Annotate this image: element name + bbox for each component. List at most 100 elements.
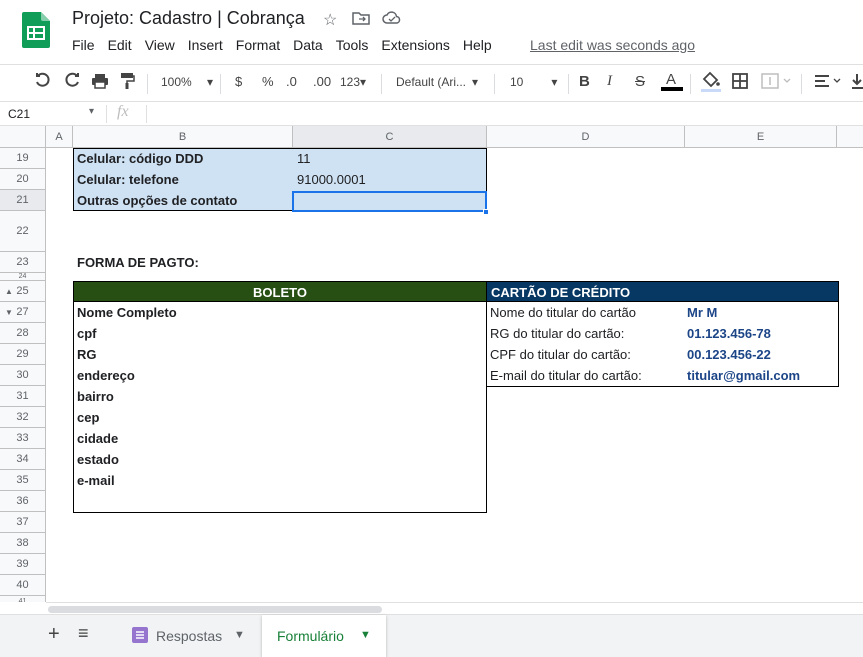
row-header-29[interactable]: 29 bbox=[0, 344, 46, 365]
boleto-field[interactable]: cep bbox=[73, 407, 293, 428]
boleto-header[interactable]: BOLETO bbox=[73, 281, 487, 302]
chevron-down-icon[interactable]: ▼ bbox=[360, 629, 371, 641]
row-header-36[interactable]: 36 bbox=[0, 491, 46, 512]
boleto-field[interactable]: cidade bbox=[73, 428, 293, 449]
row-header-23[interactable]: 23 bbox=[0, 252, 46, 273]
fill-handle[interactable] bbox=[483, 209, 489, 215]
font-size-select[interactable]: 10 ▾ bbox=[510, 75, 557, 89]
undo-icon[interactable] bbox=[34, 71, 52, 92]
menu-insert[interactable]: Insert bbox=[188, 37, 223, 53]
row-header-21[interactable]: 21 bbox=[0, 190, 46, 211]
row-header-28[interactable]: 28 bbox=[0, 323, 46, 344]
row-header-39[interactable]: 39 bbox=[0, 554, 46, 575]
boleto-field[interactable]: bairro bbox=[73, 386, 293, 407]
select-all-corner[interactable] bbox=[0, 126, 46, 148]
row-header-22[interactable]: 22 bbox=[0, 211, 46, 252]
cell-c20[interactable]: 91000.0001 bbox=[293, 169, 487, 190]
column-header-d[interactable]: D bbox=[487, 126, 685, 148]
text-color-button[interactable]: A bbox=[661, 71, 683, 91]
cartao-label[interactable]: RG do titular do cartão: bbox=[486, 323, 685, 344]
vertical-align-icon[interactable] bbox=[852, 73, 863, 92]
horizontal-align-icon[interactable] bbox=[814, 73, 844, 92]
cell-b21[interactable]: Outras opções de contato bbox=[73, 190, 293, 211]
column-header-e[interactable]: E bbox=[685, 126, 837, 148]
row-header-25[interactable]: ▲ 25 bbox=[0, 281, 46, 302]
expand-up-arrow-icon[interactable]: ▲ bbox=[5, 281, 13, 302]
increase-decimal-button[interactable]: .00 bbox=[313, 74, 331, 89]
document-title[interactable]: Projeto: Cadastro | Cobrança bbox=[72, 8, 305, 29]
chevron-down-icon[interactable]: ▾ bbox=[89, 106, 94, 117]
expand-down-arrow-icon[interactable]: ▼ bbox=[5, 302, 13, 323]
row-header-40[interactable]: 40 bbox=[0, 575, 46, 596]
cartao-label[interactable]: Nome do titular do cartão bbox=[486, 302, 685, 323]
cell-c21-active[interactable] bbox=[292, 191, 487, 212]
menu-view[interactable]: View bbox=[145, 37, 175, 53]
menu-extensions[interactable]: Extensions bbox=[381, 37, 449, 53]
column-header-f[interactable] bbox=[837, 126, 863, 148]
cell-b19[interactable]: Celular: código DDD bbox=[73, 148, 293, 169]
menu-file[interactable]: File bbox=[72, 37, 95, 53]
cartao-label[interactable]: CPF do titular do cartão: bbox=[486, 344, 685, 365]
boleto-field[interactable]: estado bbox=[73, 449, 293, 470]
star-icon[interactable]: ☆ bbox=[323, 10, 337, 30]
menu-edit[interactable]: Edit bbox=[108, 37, 132, 53]
row-header-20[interactable]: 20 bbox=[0, 169, 46, 190]
borders-icon[interactable] bbox=[732, 73, 748, 92]
percent-format-button[interactable]: % bbox=[262, 74, 274, 89]
cell-b20[interactable]: Celular: telefone bbox=[73, 169, 293, 190]
cartao-value[interactable]: 01.123.456-78 bbox=[683, 323, 837, 344]
sheet-tab-formulario[interactable]: Formulário ▼ bbox=[262, 615, 386, 657]
row-header-37[interactable]: 37 bbox=[0, 512, 46, 533]
currency-format-button[interactable]: $ bbox=[235, 74, 242, 89]
redo-icon[interactable] bbox=[63, 71, 81, 92]
cartao-value[interactable]: 00.123.456-22 bbox=[683, 344, 837, 365]
row-header-35[interactable]: 35 bbox=[0, 470, 46, 491]
sheet-tab-respostas[interactable]: Respostas ▼ bbox=[118, 615, 258, 657]
row-header-38[interactable]: 38 bbox=[0, 533, 46, 554]
cartao-header[interactable]: CARTÃO DE CRÉDITO bbox=[486, 281, 839, 302]
menu-tools[interactable]: Tools bbox=[336, 37, 369, 53]
row-header-41[interactable]: 41 bbox=[0, 596, 46, 602]
row-header-31[interactable]: 31 bbox=[0, 386, 46, 407]
italic-button[interactable]: I bbox=[607, 73, 612, 90]
bold-button[interactable]: B bbox=[579, 73, 590, 90]
strikethrough-button[interactable]: S bbox=[635, 73, 645, 90]
font-select[interactable]: Default (Ari... ▾ bbox=[396, 75, 478, 89]
sheets-logo-icon[interactable] bbox=[22, 12, 50, 48]
zoom-select[interactable]: 100% ▾ bbox=[161, 75, 213, 89]
cell-c19[interactable]: 11 bbox=[293, 148, 487, 169]
cartao-value[interactable]: Mr M bbox=[683, 302, 837, 323]
row-header-34[interactable]: 34 bbox=[0, 449, 46, 470]
formula-input[interactable] bbox=[152, 102, 852, 126]
horizontal-scrollbar[interactable] bbox=[46, 602, 863, 614]
cartao-label[interactable]: E-mail do titular do cartão: bbox=[486, 365, 685, 386]
add-sheet-button[interactable]: + bbox=[48, 623, 60, 646]
row-header-32[interactable]: 32 bbox=[0, 407, 46, 428]
menu-format[interactable]: Format bbox=[236, 37, 280, 53]
menu-help[interactable]: Help bbox=[463, 37, 492, 53]
last-edit-link[interactable]: Last edit was seconds ago bbox=[530, 37, 695, 53]
name-box[interactable]: C21 bbox=[8, 107, 30, 121]
menu-data[interactable]: Data bbox=[293, 37, 323, 53]
row-header-27[interactable]: ▼ 27 bbox=[0, 302, 46, 323]
row-header-19[interactable]: 19 bbox=[0, 148, 46, 169]
row-header-24[interactable]: 24 bbox=[0, 273, 46, 281]
fill-color-icon[interactable] bbox=[701, 71, 721, 96]
cell-b23[interactable]: FORMA DE PAGTO: bbox=[73, 252, 293, 273]
cartao-value[interactable]: titular@gmail.com bbox=[683, 365, 837, 386]
boleto-field[interactable]: cpf bbox=[73, 323, 293, 344]
column-header-a[interactable]: A bbox=[46, 126, 73, 148]
all-sheets-button[interactable]: ≡ bbox=[78, 623, 89, 644]
boleto-field[interactable]: RG bbox=[73, 344, 293, 365]
boleto-field[interactable]: endereço bbox=[73, 365, 293, 386]
row-header-33[interactable]: 33 bbox=[0, 428, 46, 449]
more-formats-button[interactable]: 123▾ bbox=[340, 75, 366, 89]
decrease-decimal-button[interactable]: .0 bbox=[286, 74, 297, 89]
paint-format-icon[interactable] bbox=[119, 72, 135, 93]
cloud-saved-icon[interactable] bbox=[382, 10, 402, 31]
row-header-30[interactable]: 30 bbox=[0, 365, 46, 386]
boleto-field[interactable]: Nome Completo bbox=[73, 302, 293, 323]
print-icon[interactable] bbox=[91, 72, 109, 93]
boleto-field[interactable]: e-mail bbox=[73, 470, 293, 491]
chevron-down-icon[interactable]: ▼ bbox=[234, 629, 245, 641]
